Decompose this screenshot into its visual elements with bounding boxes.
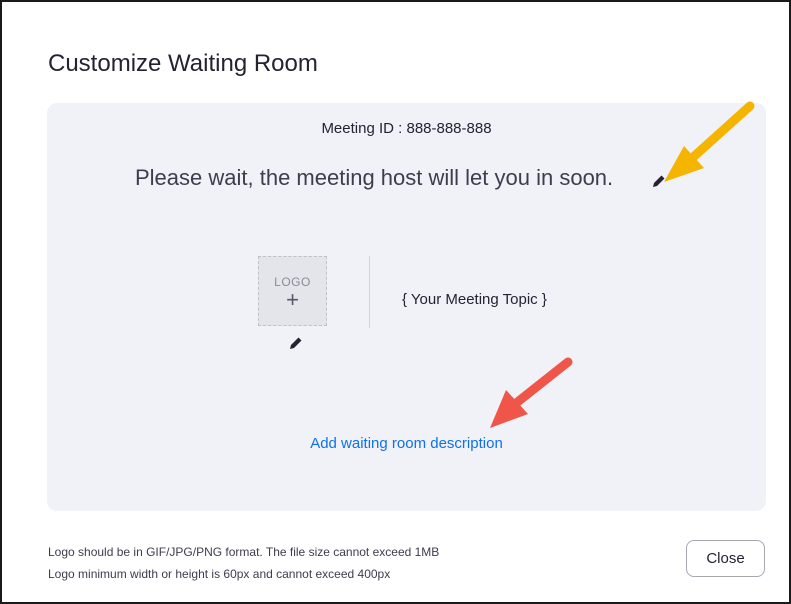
edit-logo-pencil-icon[interactable] — [289, 336, 303, 350]
dialog-title: Customize Waiting Room — [48, 50, 318, 77]
footer-note-format: Logo should be in GIF/JPG/PNG format. Th… — [48, 545, 440, 559]
logo-upload[interactable]: LOGO + — [258, 256, 327, 326]
close-button[interactable]: Close — [686, 540, 765, 577]
footer-note-size: Logo minimum width or height is 60px and… — [48, 567, 391, 581]
waiting-room-preview: Meeting ID : 888-888-888 Please wait, th… — [47, 103, 766, 511]
wait-message: Please wait, the meeting host will let y… — [135, 165, 614, 190]
add-description-link[interactable]: Add waiting room description — [47, 435, 766, 452]
divider — [369, 256, 370, 328]
meeting-id: Meeting ID : 888-888-888 — [321, 120, 492, 137]
customize-waiting-room-dialog: Customize Waiting Room Meeting ID : 888-… — [0, 0, 791, 604]
plus-icon: + — [286, 287, 299, 312]
meeting-topic: { Your Meeting Topic } — [402, 291, 547, 308]
edit-title-pencil-icon[interactable] — [652, 174, 666, 188]
